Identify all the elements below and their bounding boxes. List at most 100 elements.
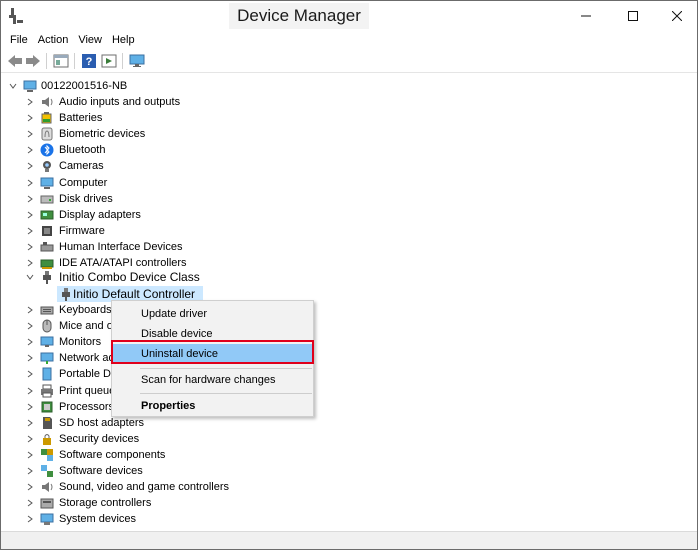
chevron-right-icon[interactable] <box>25 113 35 123</box>
chevron-right-icon[interactable] <box>25 482 35 492</box>
context-item-properties[interactable]: Properties <box>112 396 313 416</box>
tree-category[interactable]: Network adapters <box>1 350 697 366</box>
chevron-right-icon[interactable] <box>25 226 35 236</box>
annotation-highlight-box <box>111 340 314 364</box>
tree-category[interactable]: Batteries <box>1 110 697 126</box>
menu-view[interactable]: View <box>73 31 107 49</box>
tree-item-label: Security devices <box>59 433 140 445</box>
sd-card-icon <box>40 416 54 430</box>
chevron-right-icon[interactable] <box>25 450 35 460</box>
tree-category-expanded[interactable]: Initio Combo Device Class <box>1 269 697 285</box>
tree-root[interactable]: 00122001516-NB <box>1 78 697 94</box>
tree-category[interactable]: Processors <box>1 399 697 415</box>
tree-category[interactable]: Firmware <box>1 223 697 239</box>
context-item-update-driver[interactable]: Update driver <box>112 304 313 324</box>
chevron-right-icon[interactable] <box>25 258 35 268</box>
tree-device-selected[interactable]: Initio Default Controller <box>1 286 697 302</box>
chevron-right-icon[interactable] <box>25 194 35 204</box>
toolbar-separator <box>122 53 123 69</box>
ide-icon <box>40 256 54 270</box>
tree-category[interactable]: Software components <box>1 447 697 463</box>
title-bar[interactable]: Device Manager <box>1 1 697 31</box>
mouse-icon <box>40 319 54 333</box>
menu-action[interactable]: Action <box>33 31 74 49</box>
tree-category[interactable]: Audio inputs and outputs <box>1 94 697 110</box>
tree-category[interactable]: Biometric devices <box>1 126 697 142</box>
firmware-icon <box>40 224 54 238</box>
chevron-right-icon[interactable] <box>25 402 35 412</box>
chevron-right-icon[interactable] <box>25 178 35 188</box>
toolbar-separator <box>46 53 47 69</box>
monitor-icon[interactable] <box>129 53 145 69</box>
tree-category[interactable]: Security devices <box>1 431 697 447</box>
tree-item-label: 00122001516-NB <box>41 80 128 92</box>
chevron-right-icon[interactable] <box>25 514 35 524</box>
tree-category[interactable]: Disk drives <box>1 191 697 207</box>
printer-icon <box>40 384 54 398</box>
chevron-right-icon[interactable] <box>25 242 35 252</box>
tree-category[interactable]: System devices <box>1 511 697 527</box>
chevron-down-icon[interactable] <box>8 81 18 91</box>
tree-category[interactable]: Bluetooth <box>1 142 697 158</box>
tree-item-label: Computer <box>59 177 108 189</box>
tree-item-label: Sound, video and game controllers <box>59 481 229 493</box>
chevron-right-icon[interactable] <box>25 161 35 171</box>
chevron-right-icon[interactable] <box>25 434 35 444</box>
context-item-scan-hardware[interactable]: Scan for hardware changes <box>112 370 313 390</box>
tree-item-label: Software components <box>59 449 166 461</box>
tree-item-label: Keyboards <box>59 304 112 316</box>
tree-category[interactable]: Computer <box>1 175 697 191</box>
tree-category[interactable]: Human Interface Devices <box>1 239 697 255</box>
maximize-button[interactable] <box>610 1 656 31</box>
menu-file[interactable]: File <box>1 31 33 49</box>
software-components-icon <box>40 448 54 462</box>
tree-category[interactable]: Print queues <box>1 383 697 399</box>
chevron-right-icon[interactable] <box>25 305 35 315</box>
processor-icon <box>40 400 54 414</box>
chevron-down-icon[interactable] <box>25 272 35 282</box>
chevron-right-icon[interactable] <box>25 466 35 476</box>
chevron-right-icon[interactable] <box>25 353 35 363</box>
chevron-right-icon[interactable] <box>25 129 35 139</box>
tree-item-label: Monitors <box>59 336 102 348</box>
chevron-right-icon[interactable] <box>25 498 35 508</box>
keyboard-icon <box>40 303 54 317</box>
chevron-right-icon[interactable] <box>25 418 35 428</box>
device-manager-window: Device Manager File Action View Help ? 0… <box>0 0 698 550</box>
tree-category[interactable]: Storage controllers <box>1 495 697 511</box>
device-tree: 00122001516-NB Audio inputs and outputs Ba… <box>1 76 697 531</box>
svg-text:?: ? <box>86 56 93 68</box>
chevron-right-icon[interactable] <box>25 386 35 396</box>
chevron-right-icon[interactable] <box>25 145 35 155</box>
tree-item-label: Firmware <box>59 225 105 237</box>
tree-item-label: Cameras <box>59 160 104 172</box>
sound-icon <box>40 480 54 494</box>
chevron-right-icon[interactable] <box>25 337 35 347</box>
forward-icon[interactable] <box>25 53 41 69</box>
window-title: Device Manager <box>229 3 369 29</box>
chevron-right-icon[interactable] <box>25 97 35 107</box>
chevron-right-icon[interactable] <box>25 321 35 331</box>
computer-icon <box>23 79 37 93</box>
tree-category[interactable]: Monitors <box>1 334 697 350</box>
help-icon[interactable]: ? <box>81 53 97 69</box>
menu-help[interactable]: Help <box>107 31 140 49</box>
close-button[interactable] <box>654 1 697 31</box>
tree-category[interactable]: Display adapters <box>1 207 697 223</box>
tree-category[interactable]: SD host adapters <box>1 415 697 431</box>
chevron-right-icon[interactable] <box>25 210 35 220</box>
tree-item-label: Human Interface Devices <box>59 241 183 253</box>
tree-category[interactable]: Keyboards <box>1 302 697 318</box>
minimize-button[interactable] <box>563 1 609 31</box>
chevron-right-icon[interactable] <box>25 369 35 379</box>
toolbar: ? <box>1 49 697 73</box>
tree-category[interactable]: Portable Devices <box>1 366 697 382</box>
back-icon[interactable] <box>7 53 23 69</box>
tree-category[interactable]: Sound, video and game controllers <box>1 479 697 495</box>
properties-icon[interactable] <box>53 53 69 69</box>
tree-category[interactable]: Cameras <box>1 158 697 174</box>
tree-category[interactable]: Mice and other pointing devices <box>1 318 697 334</box>
update-driver-icon[interactable] <box>101 53 117 69</box>
tree-category[interactable]: Software devices <box>1 463 697 479</box>
usb-plug-icon <box>59 287 73 301</box>
